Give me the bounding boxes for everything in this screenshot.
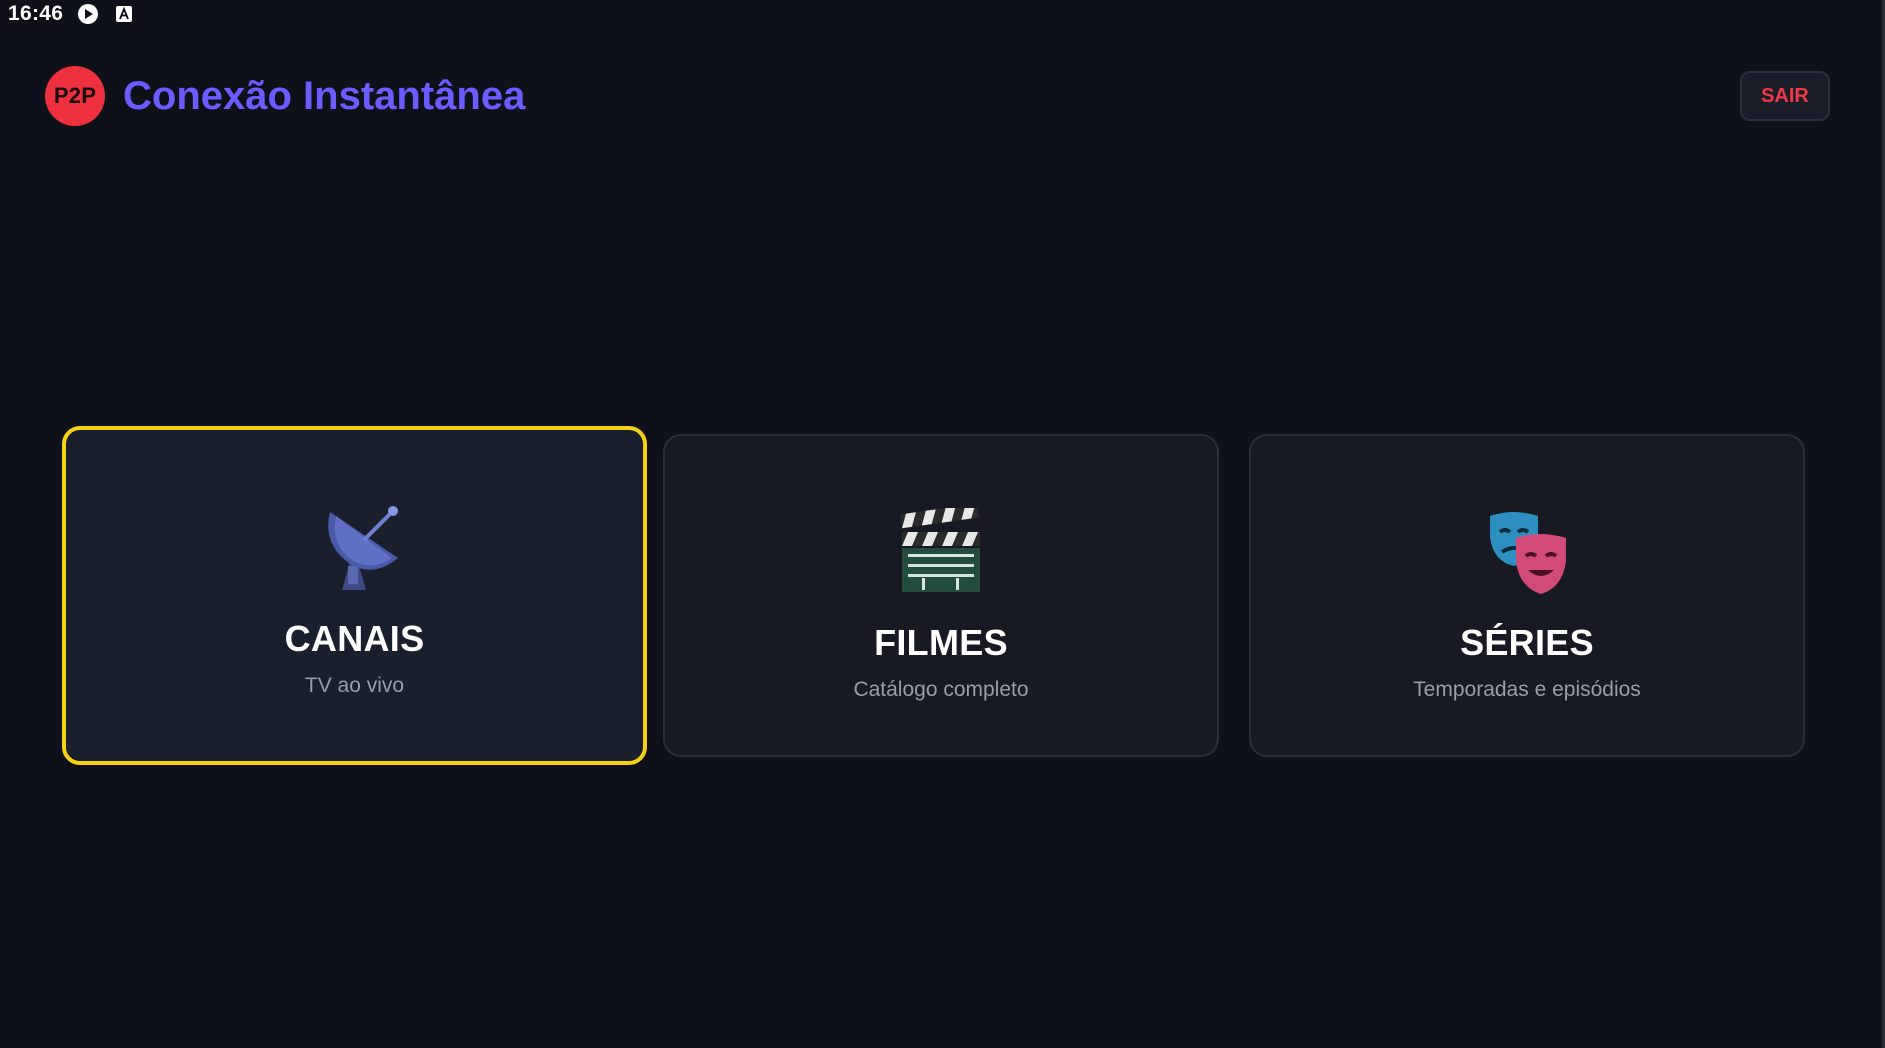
category-cards: CANAIS TV ao vivo FILMES Catálogo comple… [0,0,1885,1048]
text-a-icon [113,3,135,25]
card-series-title: SÉRIES [1460,622,1594,663]
card-series[interactable]: SÉRIES Temporadas e episódios [1249,434,1805,757]
card-canais-subtitle: TV ao vivo [304,674,405,697]
theater-masks-icon [1484,508,1570,594]
clapper-board-icon [898,508,984,594]
exit-button[interactable]: SAIR [1740,71,1830,121]
satellite-dish-icon [312,504,398,590]
card-filmes-subtitle: Catálogo completo [853,678,1029,701]
status-bar: 16:46 [0,0,135,28]
card-series-subtitle: Temporadas e episódios [1413,678,1641,701]
card-canais-title: CANAIS [284,618,425,659]
app-title: Conexão Instantânea [123,73,526,118]
card-filmes[interactable]: FILMES Catálogo completo [663,434,1219,757]
card-canais[interactable]: CANAIS TV ao vivo [62,426,647,765]
app-header: P2P Conexão Instantânea SAIR [45,64,1840,128]
status-time: 16:46 [8,2,64,25]
home-screen: 16:46 P2P Conexão Instantânea SAIR CANAI… [0,0,1885,1048]
app-logo: P2P [45,66,105,126]
card-filmes-title: FILMES [874,622,1008,663]
play-store-icon [77,3,99,25]
